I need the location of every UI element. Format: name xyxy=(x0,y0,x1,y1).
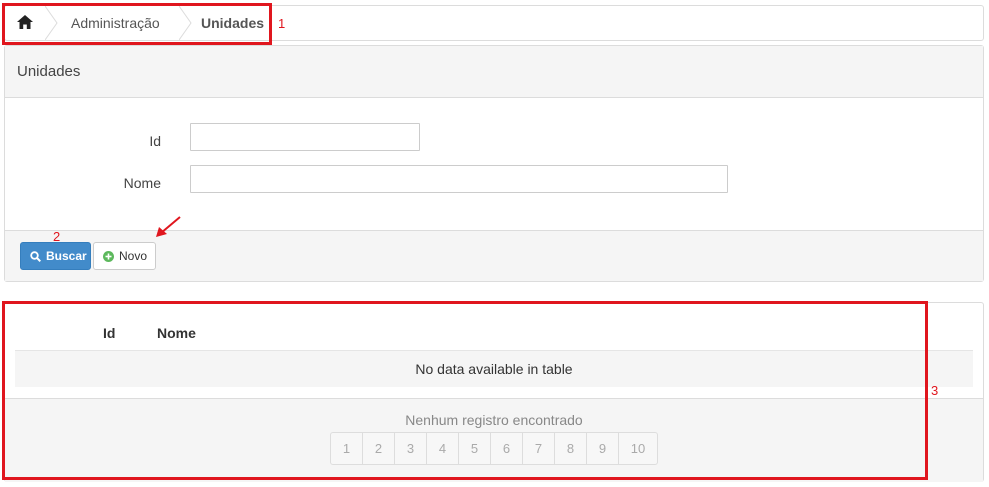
annotation-label-2: 2 xyxy=(53,229,61,244)
annotation-label-3: 3 xyxy=(931,383,939,398)
annotation-label-1: 1 xyxy=(278,16,286,31)
search-panel: Unidades Id Nome Buscar Novo xyxy=(4,45,984,282)
nome-label: Nome xyxy=(123,175,161,191)
search-button[interactable]: Buscar xyxy=(20,242,91,270)
search-icon xyxy=(30,250,41,262)
annotation-box-3 xyxy=(2,301,928,480)
id-label: Id xyxy=(149,133,161,149)
new-button-label: Novo xyxy=(119,249,148,263)
new-button[interactable]: Novo xyxy=(93,242,156,270)
id-field[interactable] xyxy=(190,123,420,151)
form-row-id: Id xyxy=(5,133,161,149)
annotation-arrow xyxy=(156,216,181,237)
search-button-label: Buscar xyxy=(46,249,87,263)
nome-field[interactable] xyxy=(190,165,728,193)
panel-footer: Buscar Novo xyxy=(5,230,983,281)
form-row-nome: Nome xyxy=(5,175,161,191)
plus-circle-icon xyxy=(103,250,114,262)
panel-title: Unidades xyxy=(5,46,983,98)
annotation-box-1 xyxy=(2,3,272,45)
